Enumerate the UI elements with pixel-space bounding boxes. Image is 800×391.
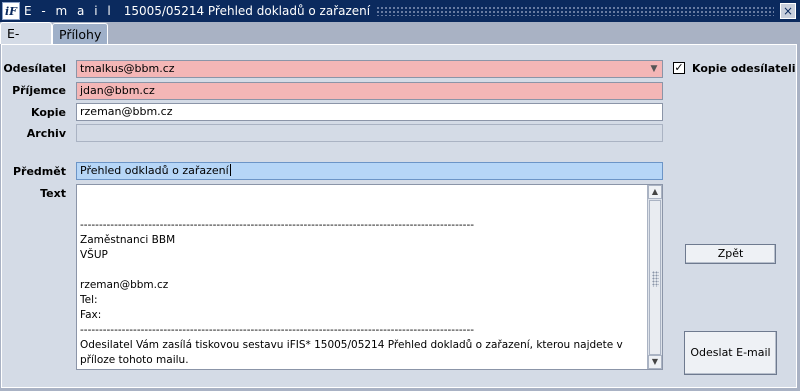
window-title-text: 15005/05214 Přehled dokladů o zařazení xyxy=(123,4,371,18)
tab-prilohy[interactable]: Přílohy xyxy=(52,23,108,45)
odeslat-email-button[interactable]: Odeslat E-mail xyxy=(684,331,777,375)
odesilatel-label: Odesílatel xyxy=(3,62,66,75)
text-body-textarea[interactable]: ----------------------------------------… xyxy=(76,184,663,370)
text-line: Odesilatel Vám zasílá tiskovou sestavu i… xyxy=(80,339,623,366)
text-body-content: ----------------------------------------… xyxy=(80,188,645,368)
window-title: E - m a i l 15005/05214 Přehled dokladů o… xyxy=(24,4,370,18)
tab-email[interactable]: E-mail xyxy=(0,22,52,62)
kopie-odesilateli-checkbox[interactable]: ✓ xyxy=(673,62,685,74)
vertical-scrollbar[interactable]: ▲ ▼ xyxy=(647,185,662,369)
app-logo-icon: iF xyxy=(2,2,20,20)
text-line xyxy=(80,188,645,203)
chevron-down-icon[interactable]: ▼ xyxy=(647,62,661,76)
tab-bar: E-mail Přílohy xyxy=(0,22,800,62)
archiv-label: Archiv xyxy=(26,127,66,140)
predmet-value: Přehled odkladů o zařazení xyxy=(80,164,229,177)
close-icon[interactable]: × xyxy=(780,3,796,19)
scroll-up-icon[interactable]: ▲ xyxy=(648,185,662,199)
odesilatel-select[interactable]: tmalkus@bbm.cz ▼ xyxy=(76,60,663,78)
scrollbar-thumb[interactable] xyxy=(649,200,661,355)
text-line: ----------------------------------------… xyxy=(80,219,475,231)
prijemce-label: Příjemce xyxy=(12,84,66,97)
scroll-down-icon[interactable]: ▼ xyxy=(648,355,662,369)
zpet-button[interactable]: Zpět xyxy=(685,244,776,264)
text-line xyxy=(80,263,645,278)
text-label: Text xyxy=(40,187,66,200)
text-line: ----------------------------------------… xyxy=(80,324,475,336)
kopie-label: Kopie xyxy=(31,106,66,119)
kopie-field[interactable]: rzeman@bbm.cz xyxy=(76,103,663,121)
text-line xyxy=(80,203,645,218)
archiv-field xyxy=(76,124,663,142)
text-line: Tel: xyxy=(80,294,98,306)
kopie-odesilateli-label: Kopie odesílateli xyxy=(692,62,796,75)
title-bar-pattern xyxy=(376,6,774,16)
window-title-prefix: E - m a i l xyxy=(24,4,114,18)
window-title-bar: iF E - m a i l 15005/05214 Přehled doklad… xyxy=(0,0,800,22)
prijemce-field[interactable]: jdan@bbm.cz xyxy=(76,82,663,100)
predmet-label: Předmět xyxy=(12,165,66,178)
grip-icon xyxy=(652,271,659,287)
odesilatel-value: tmalkus@bbm.cz xyxy=(80,62,175,75)
text-line: VŠUP xyxy=(80,249,108,261)
text-cursor xyxy=(229,164,231,176)
predmet-field[interactable]: Přehled odkladů o zařazení xyxy=(76,162,663,180)
text-line: rzeman@bbm.cz xyxy=(80,279,169,291)
text-line: Fax: xyxy=(80,309,102,321)
text-line: Zaměstnanci BBM xyxy=(80,234,176,246)
